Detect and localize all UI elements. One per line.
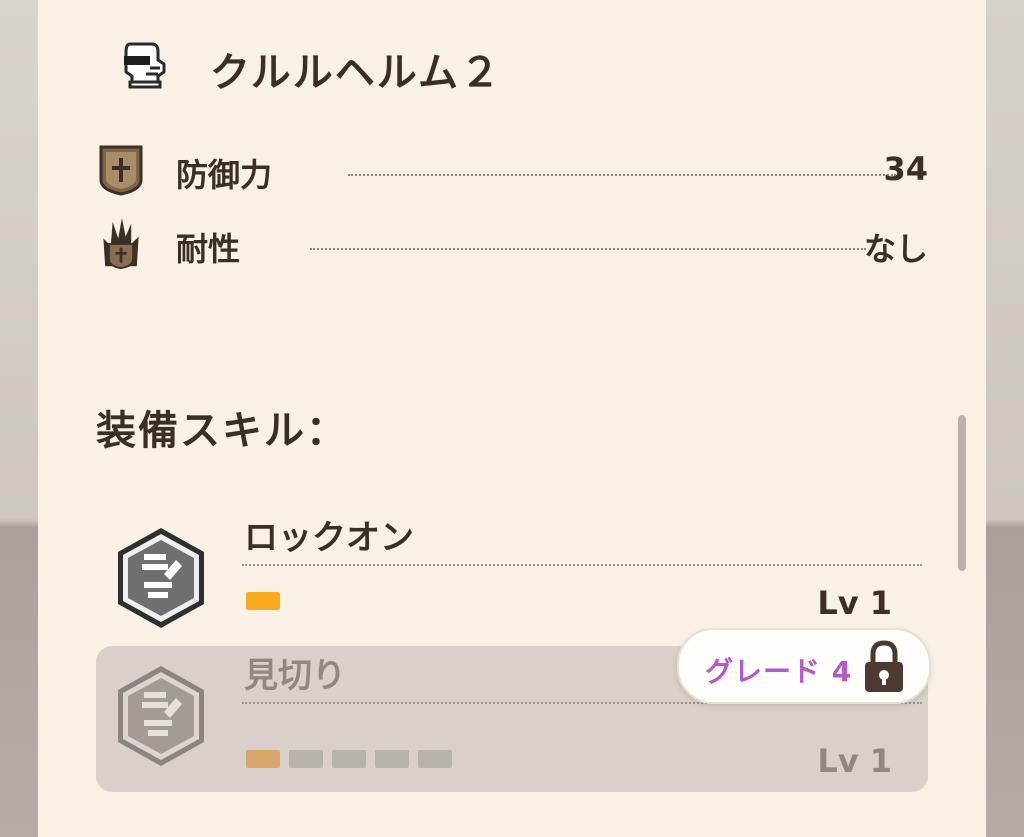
grade-unlock-badge: グレード 4 [677,628,931,704]
dotted-leader [348,174,896,176]
level-pip [375,750,409,768]
skill-level-pips [246,592,280,610]
stat-row-resistance: 耐性 なし [98,218,928,270]
dotted-leader [310,248,866,250]
background-right [986,0,1024,837]
grade-requirement-text: グレード 4 [705,655,853,688]
background-left [0,0,38,837]
stat-value-resistance: なし [863,230,928,268]
item-title: クルルヘルム２ [210,50,502,96]
level-pip [289,750,323,768]
shield-icon [99,145,143,196]
skill-level: Lv 1 [817,584,892,622]
stat-value-defense: 34 [883,150,928,188]
equipment-skills-title: 装備スキル： [96,408,348,454]
skill-name: ロックオン [244,518,414,558]
skill-divider [242,564,922,566]
equipment-detail-panel: クルルヘルム２ 防御力 34 耐性 なし 装備スキル： ロックオン Lv 1 見… [38,0,986,837]
skill-level-pips [246,750,452,768]
lock-on-skill-icon [118,528,204,628]
skill-level: Lv 1 [817,742,892,780]
scrollbar-thumb[interactable] [958,415,966,571]
fire-resistance-icon [103,218,139,270]
stat-label-resistance: 耐性 [176,230,241,268]
lock-on-skill-icon [118,666,204,766]
level-pip [418,750,452,768]
level-pip [332,750,366,768]
level-pip [246,750,280,768]
stat-row-defense: 防御力 34 [98,144,928,196]
helmet-icon [124,42,166,89]
padlock-icon [865,640,903,692]
skill-name: 見切り [244,656,346,696]
stat-label-defense: 防御力 [176,156,273,194]
level-pip [246,592,280,610]
